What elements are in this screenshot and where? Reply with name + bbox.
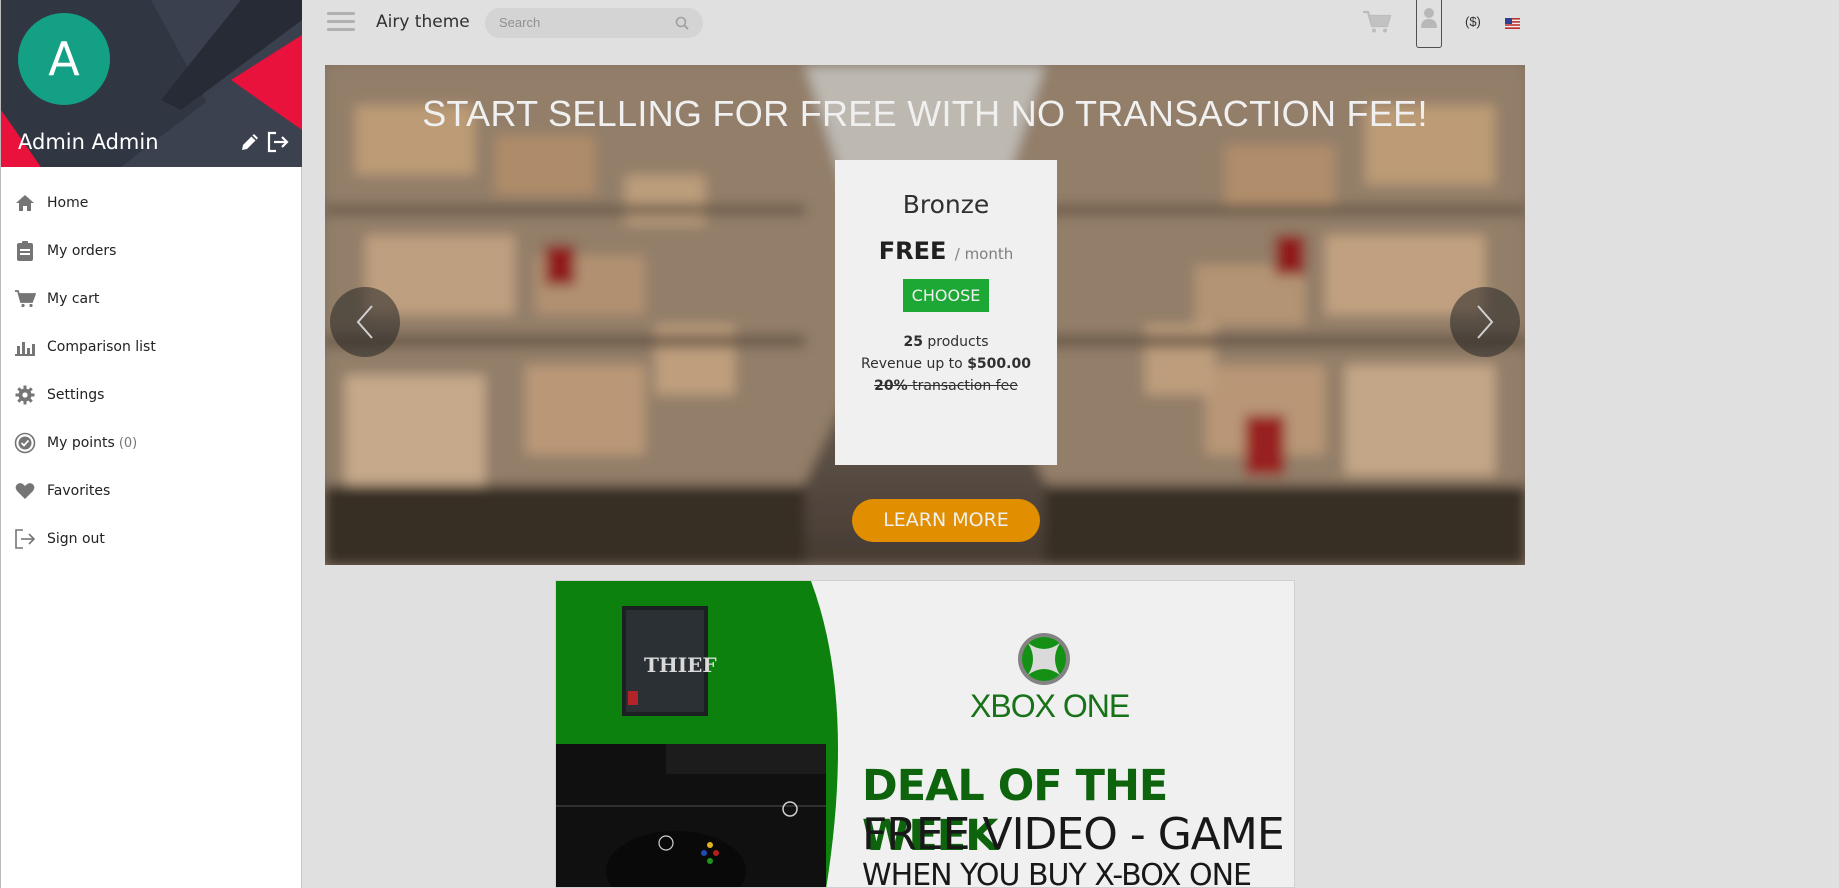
user-icon <box>1420 6 1438 47</box>
carousel-prev-button[interactable] <box>330 287 400 357</box>
plan-products-label: products <box>927 334 989 350</box>
learn-more-button[interactable]: LEARN MORE <box>852 499 1040 542</box>
app-root: Airy theme ($) <box>0 0 1839 888</box>
search-icon[interactable] <box>675 16 689 35</box>
plan-revenue: Revenue up to $500.00 <box>835 356 1057 372</box>
plan-price-value: FREE <box>878 237 947 265</box>
menu-item-label: Favorites <box>47 483 111 499</box>
menu-item-label: Home <box>47 195 89 211</box>
menu-item-label: Comparison list <box>47 339 156 355</box>
plan-products: 25 products <box>835 334 1057 350</box>
plan-transaction-fee: 20% transaction fee <box>835 378 1057 394</box>
bar-chart-icon <box>14 336 36 358</box>
menu-item-sign-out[interactable]: Sign out <box>1 515 301 563</box>
gear-icon <box>14 384 36 406</box>
user-name: Admin Admin <box>18 130 159 154</box>
chevron-left-icon <box>356 305 373 339</box>
choose-plan-button[interactable]: CHOOSE <box>902 279 990 312</box>
deal-subheadline: FREE VIDEO - GAME <box>862 809 1285 860</box>
drawer-header: A Admin Admin <box>1 0 302 167</box>
menu-item-label: My points <box>47 435 115 451</box>
drawer-menu: Home My orders My cart Comparison list S… <box>1 179 301 563</box>
heart-icon <box>14 480 36 502</box>
avatar[interactable]: A <box>18 13 110 105</box>
menu-item-label: Sign out <box>47 531 105 547</box>
hero-banner: START SELLING FOR FREE WITH NO TRANSACTI… <box>325 65 1525 565</box>
menu-item-favorites[interactable]: Favorites <box>1 467 301 515</box>
plan-fee-value: 20% <box>874 378 908 394</box>
pricing-card: Bronze FREE / month CHOOSE 25 products R… <box>835 160 1057 465</box>
points-count: (0) <box>118 435 138 451</box>
plan-revenue-prefix: Revenue up to <box>861 356 963 372</box>
menu-item-my-orders[interactable]: My orders <box>1 227 301 275</box>
plan-revenue-value: $500.00 <box>967 356 1031 372</box>
top-bar: Airy theme ($) <box>300 0 1524 48</box>
plan-products-count: 25 <box>903 334 923 350</box>
search-input[interactable] <box>499 15 669 30</box>
chevron-right-icon <box>1477 305 1494 339</box>
search-box <box>485 8 703 38</box>
menu-item-settings[interactable]: Settings <box>1 371 301 419</box>
promo-banner[interactable]: THIEF XBOX ONE DEAL OF THE WEEK FREE VID… <box>555 580 1295 888</box>
carousel-next-button[interactable] <box>1450 287 1520 357</box>
deal-condition: WHEN YOU BUY X-BOX ONE <box>862 858 1252 888</box>
cart-icon <box>14 288 36 310</box>
menu-item-label: My orders <box>47 243 117 259</box>
side-drawer: A Admin Admin Home My orders My cart Com… <box>0 0 302 888</box>
plan-fee-label: transaction fee <box>912 378 1018 394</box>
home-icon <box>14 192 36 214</box>
promo-game-title: THIEF <box>644 653 717 677</box>
currency-selector[interactable]: ($) <box>1465 14 1481 29</box>
cart-icon[interactable] <box>1362 10 1392 39</box>
xbox-one-logo: XBOX ONE <box>970 688 1130 724</box>
user-account-button[interactable] <box>1416 0 1442 48</box>
sign-out-icon <box>14 528 36 550</box>
menu-item-my-points[interactable]: My points (0) <box>1 419 301 467</box>
menu-icon[interactable] <box>327 12 355 32</box>
menu-item-home[interactable]: Home <box>1 179 301 227</box>
points-icon <box>14 432 36 454</box>
store-brand[interactable]: Airy theme <box>376 12 470 32</box>
menu-item-label: My cart <box>47 291 100 307</box>
plan-name: Bronze <box>902 190 990 219</box>
plan-period: / month <box>954 245 1014 263</box>
us-flag-icon[interactable] <box>1505 16 1520 29</box>
plan-price: FREE / month <box>835 237 1057 265</box>
banner-title: START SELLING FOR FREE WITH NO TRANSACTI… <box>422 93 1428 134</box>
menu-item-comparison-list[interactable]: Comparison list <box>1 323 301 371</box>
menu-item-my-cart[interactable]: My cart <box>1 275 301 323</box>
clipboard-icon <box>14 240 36 262</box>
menu-item-label: Settings <box>47 387 105 403</box>
